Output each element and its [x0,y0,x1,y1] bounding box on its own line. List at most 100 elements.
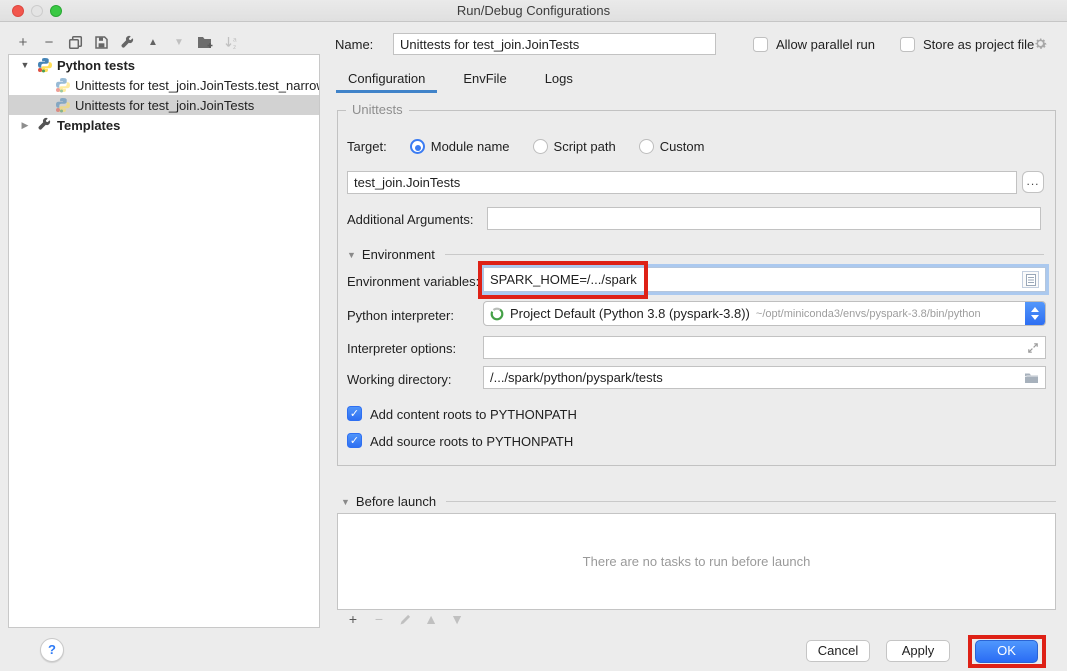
wrench-icon [120,35,135,50]
store-as-project-file-checkbox[interactable] [900,37,915,52]
templates-wrench-icon [37,117,53,133]
interpreter-options-field[interactable] [483,336,1046,359]
task-down-button[interactable]: ▼ [444,611,470,627]
browse-directory-button[interactable] [1024,372,1039,384]
ok-button[interactable]: OK [975,640,1038,663]
environment-section-title: Environment [362,247,435,262]
add-configuration-button[interactable]: + [10,31,36,53]
store-as-project-file-label: Store as project file [923,37,1034,52]
tree-item-templates[interactable]: ▶ Templates [9,115,319,135]
add-source-roots-checkbox[interactable]: ✓ [347,433,362,448]
environment-variables-field[interactable] [483,267,1046,292]
tab-logs[interactable]: Logs [533,67,585,93]
chevron-down-icon[interactable]: ▼ [19,60,31,70]
browse-environment-variables-button[interactable] [1022,271,1039,288]
combo-stepper[interactable] [1025,301,1045,326]
remove-task-button[interactable]: − [366,611,392,627]
target-field[interactable] [347,171,1017,194]
tree-item-unittests-test-narrow[interactable]: Unittests for test_join.JoinTests.test_n… [9,75,319,95]
save-configuration-button[interactable] [88,31,114,53]
python-interpreter-combobox[interactable]: Project Default (Python 3.8 (pyspark-3.8… [483,301,1046,326]
collapse-triangle-icon[interactable]: ▼ [341,497,350,507]
remove-configuration-button[interactable]: − [36,31,62,53]
save-icon [94,35,109,50]
unittests-group-title: Unittests [346,102,409,117]
working-directory-field[interactable] [483,366,1046,389]
browse-target-button[interactable]: ... [1022,171,1044,193]
copy-icon [68,35,83,50]
before-launch-section-header[interactable]: ▼ Before launch [341,494,1056,509]
copy-configuration-button[interactable] [62,31,88,53]
store-options-button[interactable] [1033,36,1048,51]
help-button[interactable]: ? [40,638,64,662]
window-title: Run/Debug Configurations [0,0,1067,22]
edit-task-button[interactable] [392,613,418,626]
chevron-right-icon[interactable]: ▶ [19,120,31,131]
sort-configurations-button[interactable]: az [218,31,244,53]
additional-arguments-field[interactable] [487,207,1041,230]
tab-configuration[interactable]: Configuration [336,67,437,93]
title-bar: Run/Debug Configurations [0,0,1067,22]
before-launch-task-list: There are no tasks to run before launch [337,513,1056,610]
python-interpreter-value: Project Default (Python 3.8 (pyspark-3.8… [510,306,750,321]
python-test-icon [55,97,71,113]
target-option-custom[interactable]: Custom [633,139,705,154]
name-input[interactable] [393,33,716,55]
env-list-icon [1026,274,1036,286]
target-row: Target: Module name Script path Custom [347,139,704,154]
add-content-roots-checkbox[interactable]: ✓ [347,406,362,421]
add-source-roots-label: Add source roots to PYTHONPATH [370,434,573,449]
edit-templates-button[interactable] [114,31,140,53]
configuration-tabs: Configuration EnvFile Logs [336,67,599,93]
radio-label: Module name [431,139,510,154]
move-down-button[interactable]: ▼ [166,31,192,53]
python-test-icon [55,77,71,93]
apply-button[interactable]: Apply [886,640,950,662]
tree-item-unittests-jointests-selected[interactable]: Unittests for test_join.JoinTests [9,95,319,115]
target-label: Target: [347,139,387,154]
radio-custom[interactable] [639,139,654,154]
folder-icon [1024,372,1039,384]
expand-icon [1027,342,1039,354]
environment-variables-input[interactable] [490,272,1018,287]
allow-parallel-run-label: Allow parallel run [776,37,875,52]
tree-item-python-tests[interactable]: ▼ Python tests [9,55,319,75]
target-option-module-name[interactable]: Module name [404,139,510,154]
working-directory-input[interactable] [490,370,1024,385]
sort-az-icon: az [224,35,239,50]
expand-field-button[interactable] [1027,342,1039,354]
configurations-toolbar: + − ▲ ▼ az [10,30,244,54]
tab-envfile[interactable]: EnvFile [451,67,518,93]
svg-text:z: z [233,44,236,50]
cancel-button[interactable]: Cancel [806,640,870,662]
gear-icon [1033,36,1048,51]
additional-arguments-input[interactable] [494,211,1034,226]
section-divider [446,501,1056,502]
radio-module-name[interactable] [410,139,425,154]
new-folder-icon [197,35,213,49]
interpreter-options-label: Interpreter options: [347,341,456,356]
python-interpreter-path: ~/opt/miniconda3/envs/pyspark-3.8/bin/py… [756,308,981,320]
svg-text:a: a [233,36,237,43]
tree-item-label: Python tests [57,58,135,73]
python-tests-icon [37,57,53,73]
radio-script-path[interactable] [533,139,548,154]
target-option-script-path[interactable]: Script path [527,139,616,154]
add-task-button[interactable]: + [340,611,366,627]
target-input[interactable] [354,175,1010,190]
additional-arguments-label: Additional Arguments: [347,212,473,227]
python-interpreter-label: Python interpreter: [347,308,454,323]
collapse-triangle-icon[interactable]: ▼ [347,250,356,260]
section-divider [445,254,1044,255]
environment-section-header[interactable]: ▼ Environment [347,247,1044,262]
name-label: Name: [335,37,373,52]
move-up-button[interactable]: ▲ [140,31,166,53]
conda-icon [490,307,504,321]
before-launch-section-title: Before launch [356,494,436,509]
task-up-button[interactable]: ▲ [418,611,444,627]
working-directory-label: Working directory: [347,372,452,387]
create-folder-button[interactable] [192,31,218,53]
stepper-down-icon [1031,315,1039,320]
interpreter-options-input[interactable] [490,340,1027,355]
allow-parallel-run-checkbox[interactable] [753,37,768,52]
